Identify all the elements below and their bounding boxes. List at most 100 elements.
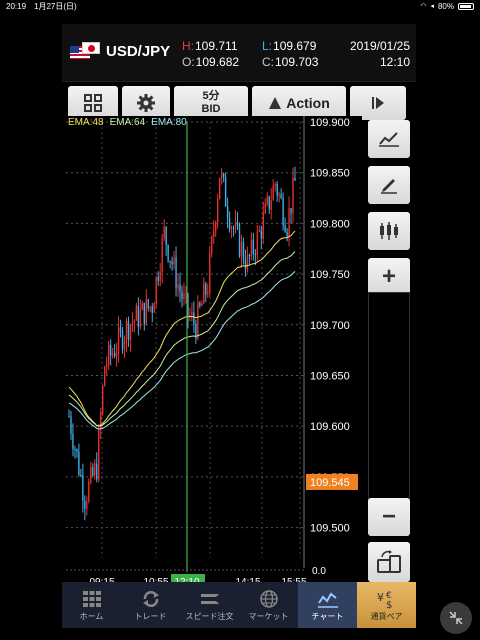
- candle-body: [228, 217, 231, 230]
- candle-body: [222, 173, 225, 178]
- zoom-slider[interactable]: [368, 292, 410, 500]
- candle-body: [96, 463, 98, 480]
- candle-type-button[interactable]: [368, 212, 410, 250]
- candle-body: [169, 260, 171, 262]
- nav-chart-label: チャート: [311, 611, 344, 621]
- candle-body: [151, 306, 153, 313]
- play-button[interactable]: [350, 86, 406, 120]
- candle-body: [94, 463, 96, 476]
- indicator-button[interactable]: [368, 120, 410, 158]
- plus-icon: +: [381, 263, 396, 290]
- candle-body: [203, 283, 205, 304]
- rotate-button[interactable]: [368, 542, 410, 582]
- price-chart[interactable]: 109.900 109.850 109.800 109.750 109.700 109.6…: [62, 116, 362, 584]
- currency-pair[interactable]: USD/JPY: [70, 42, 170, 60]
- candle-body: [175, 257, 177, 289]
- candle-body: [232, 228, 235, 230]
- nav-home[interactable]: ホーム: [62, 582, 121, 628]
- period-button[interactable]: 5分 BID: [174, 86, 248, 120]
- candle-body: [115, 352, 118, 357]
- candle-body: [105, 364, 108, 367]
- candle-body: [135, 305, 138, 321]
- refresh-arrows-icon: [139, 589, 163, 609]
- candle-body: [167, 245, 169, 261]
- candle-body: [147, 299, 149, 309]
- candle-body: [294, 177, 296, 181]
- settings-button[interactable]: [122, 86, 170, 120]
- candle-body: [207, 292, 209, 295]
- nav-chart[interactable]: チャート: [298, 582, 357, 628]
- zoom-out-button[interactable]: −: [368, 498, 410, 536]
- candle-body: [262, 213, 264, 239]
- nav-speed-order[interactable]: スピード注文: [180, 582, 239, 628]
- chart-canvas[interactable]: 109.900 109.850 109.800 109.750 109.700 109.6…: [62, 116, 362, 584]
- candle-body: [260, 230, 262, 239]
- candle-body: [78, 451, 80, 475]
- play-icon: [372, 97, 384, 109]
- usd-jpy-flag-icon: [70, 42, 100, 60]
- candle-body: [258, 230, 261, 232]
- quote-datetime: 2019/01/25 12:10: [350, 38, 410, 70]
- nav-trade-label: トレード: [134, 611, 167, 621]
- candle-body: [111, 353, 114, 356]
- candle-body: [242, 241, 245, 261]
- nav-market-label: マーケット: [248, 611, 289, 621]
- high-label: H:: [182, 39, 194, 53]
- price-tick-label: 109.800: [310, 218, 350, 230]
- quote-header: USD/JPY H:109.711 O:109.682 L:109.679 C:…: [62, 24, 416, 82]
- ema-legend: EMA:48 EMA:64 EMA:80: [68, 117, 187, 128]
- low-value: 109.679: [273, 39, 317, 53]
- svg-text:$: $: [386, 600, 392, 609]
- candle-body: [129, 324, 132, 340]
- candle-body: [125, 320, 128, 341]
- action-button[interactable]: Action: [252, 86, 346, 120]
- candle-body: [218, 177, 221, 199]
- candle-body: [70, 416, 72, 434]
- candle-body: [103, 366, 106, 387]
- period-label: 5分: [202, 90, 220, 102]
- candle-body: [159, 272, 161, 281]
- price-tick-label: 109.750: [310, 269, 350, 281]
- candle-body: [244, 260, 247, 270]
- low-label: L:: [262, 39, 273, 53]
- chart-background: [62, 116, 362, 584]
- candle-body: [280, 194, 282, 199]
- status-bar: 20:19 1月27日(日) ◠ ◂ 80%: [0, 0, 480, 12]
- candle-body: [252, 239, 255, 254]
- assistive-touch-button[interactable]: [440, 602, 472, 634]
- quote-time: 12:10: [379, 55, 410, 69]
- collapse-icon: [449, 611, 463, 625]
- candle-body: [272, 185, 274, 201]
- high-value: 109.711: [195, 39, 238, 53]
- price-type-label: BID: [201, 103, 221, 115]
- candle-body: [274, 183, 276, 186]
- candle-body: [266, 196, 268, 204]
- candle-body: [183, 293, 185, 299]
- candle-body: [240, 241, 243, 257]
- candle-body: [246, 255, 249, 270]
- minus-icon: −: [381, 503, 396, 530]
- candle-body: [86, 501, 88, 509]
- wifi-icon: ◠: [420, 3, 427, 10]
- candle-body: [161, 238, 163, 273]
- open-label: O:: [182, 55, 195, 69]
- candle-body: [149, 306, 151, 309]
- candle-body: [127, 320, 130, 340]
- candle-body: [254, 253, 257, 256]
- nav-home-label: ホーム: [79, 611, 104, 621]
- close-value: 109.703: [275, 55, 319, 69]
- candle-body: [107, 344, 110, 365]
- nav-market[interactable]: マーケット: [239, 582, 298, 628]
- candle-body: [179, 284, 181, 292]
- candle-body: [80, 474, 82, 476]
- zoom-in-button[interactable]: +: [368, 258, 410, 296]
- nav-currency-pair[interactable]: ¥ € $ 通貨ペア: [357, 582, 416, 628]
- candle-body: [92, 467, 94, 476]
- candle-body: [264, 203, 266, 214]
- nav-trade[interactable]: トレード: [121, 582, 180, 628]
- candle-body: [163, 226, 165, 239]
- svg-text:¥: ¥: [377, 591, 384, 604]
- quote-date: 2019/01/25: [349, 39, 410, 53]
- draw-button[interactable]: [368, 166, 410, 204]
- layout-button[interactable]: [68, 86, 118, 120]
